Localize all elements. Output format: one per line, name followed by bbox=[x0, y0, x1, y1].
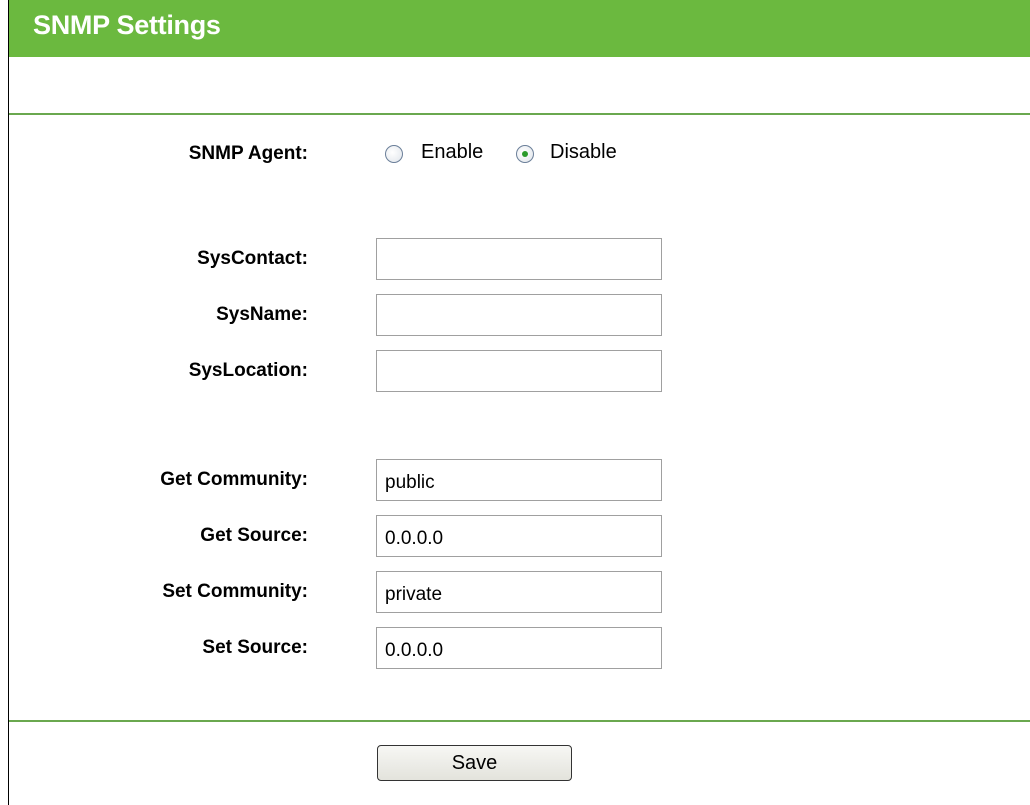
page-title: SNMP Settings bbox=[33, 10, 221, 40]
set-source-input[interactable] bbox=[376, 627, 662, 669]
title-bar: SNMP Settings bbox=[9, 0, 1030, 57]
set-community-label: Set Community: bbox=[162, 581, 308, 602]
snmp-agent-label: SNMP Agent: bbox=[188, 143, 308, 164]
set-source-label: Set Source: bbox=[202, 637, 308, 658]
syscontact-input[interactable] bbox=[376, 238, 662, 280]
get-source-label: Get Source: bbox=[200, 525, 308, 546]
set-community-input[interactable] bbox=[376, 571, 662, 613]
bottom-divider bbox=[9, 720, 1030, 722]
enable-radio-label[interactable]: Enable bbox=[421, 141, 483, 164]
syslocation-input[interactable] bbox=[376, 350, 662, 392]
enable-radio[interactable] bbox=[385, 145, 403, 163]
get-source-input[interactable] bbox=[376, 515, 662, 557]
disable-radio[interactable] bbox=[516, 145, 534, 163]
get-community-input[interactable] bbox=[376, 459, 662, 501]
radio-selected-dot bbox=[522, 151, 528, 157]
save-button[interactable]: Save bbox=[377, 745, 572, 781]
top-divider bbox=[9, 113, 1030, 115]
page-frame bbox=[8, 0, 1030, 805]
get-community-label: Get Community: bbox=[160, 469, 308, 490]
sysname-input[interactable] bbox=[376, 294, 662, 336]
disable-radio-label[interactable]: Disable bbox=[550, 141, 617, 164]
syscontact-label: SysContact: bbox=[197, 248, 308, 269]
syslocation-label: SysLocation: bbox=[188, 360, 308, 381]
sysname-label: SysName: bbox=[216, 304, 308, 325]
